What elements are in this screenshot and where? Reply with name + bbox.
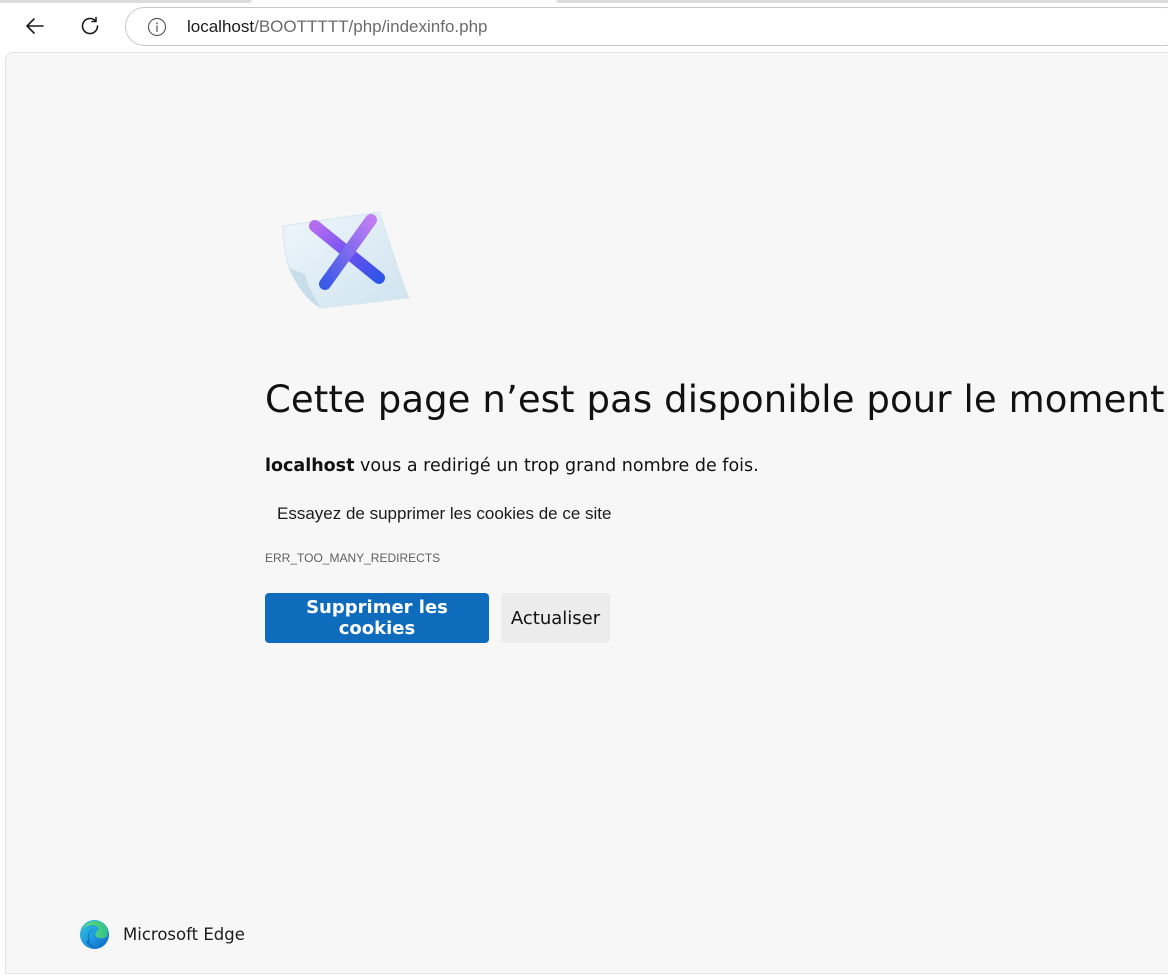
refresh-icon bbox=[81, 16, 99, 35]
page-title: Cette page n’est pas disponible pour le … bbox=[265, 378, 1165, 421]
url-text[interactable]: localhost/BOOTTTTT/php/indexinfo.php bbox=[187, 17, 488, 37]
url-host: localhost bbox=[187, 16, 255, 36]
browser-toolbar: localhost/BOOTTTTT/php/indexinfo.php bbox=[0, 0, 1168, 52]
error-host: localhost bbox=[265, 456, 355, 476]
tab-strip-edge bbox=[0, 0, 252, 3]
error-explanation-text: vous a redirigé un trop grand nombre de … bbox=[354, 456, 759, 476]
info-icon[interactable] bbox=[147, 17, 167, 37]
suggestion-item: Essayez de supprimer les cookies de ce s… bbox=[277, 504, 612, 523]
refresh-button[interactable] bbox=[72, 8, 108, 44]
error-x-icon bbox=[282, 211, 410, 309]
error-code: ERR_TOO_MANY_REDIRECTS bbox=[265, 551, 441, 565]
address-bar[interactable]: localhost/BOOTTTTT/php/indexinfo.php bbox=[125, 7, 1168, 46]
refresh-page-button[interactable]: Actualiser bbox=[501, 593, 610, 643]
tab-strip-edge-right bbox=[556, 0, 1168, 3]
brand-footer: Microsoft Edge bbox=[79, 919, 245, 950]
url-path: /BOOTTTTT/php/indexinfo.php bbox=[254, 16, 488, 36]
back-arrow-icon bbox=[26, 18, 44, 34]
back-button[interactable] bbox=[17, 8, 53, 44]
brand-name: Microsoft Edge bbox=[123, 925, 245, 944]
edge-logo-icon bbox=[79, 919, 110, 950]
delete-cookies-button[interactable]: Supprimer les cookies bbox=[265, 593, 489, 643]
error-explanation: localhost vous a redirigé un trop grand … bbox=[265, 456, 759, 476]
